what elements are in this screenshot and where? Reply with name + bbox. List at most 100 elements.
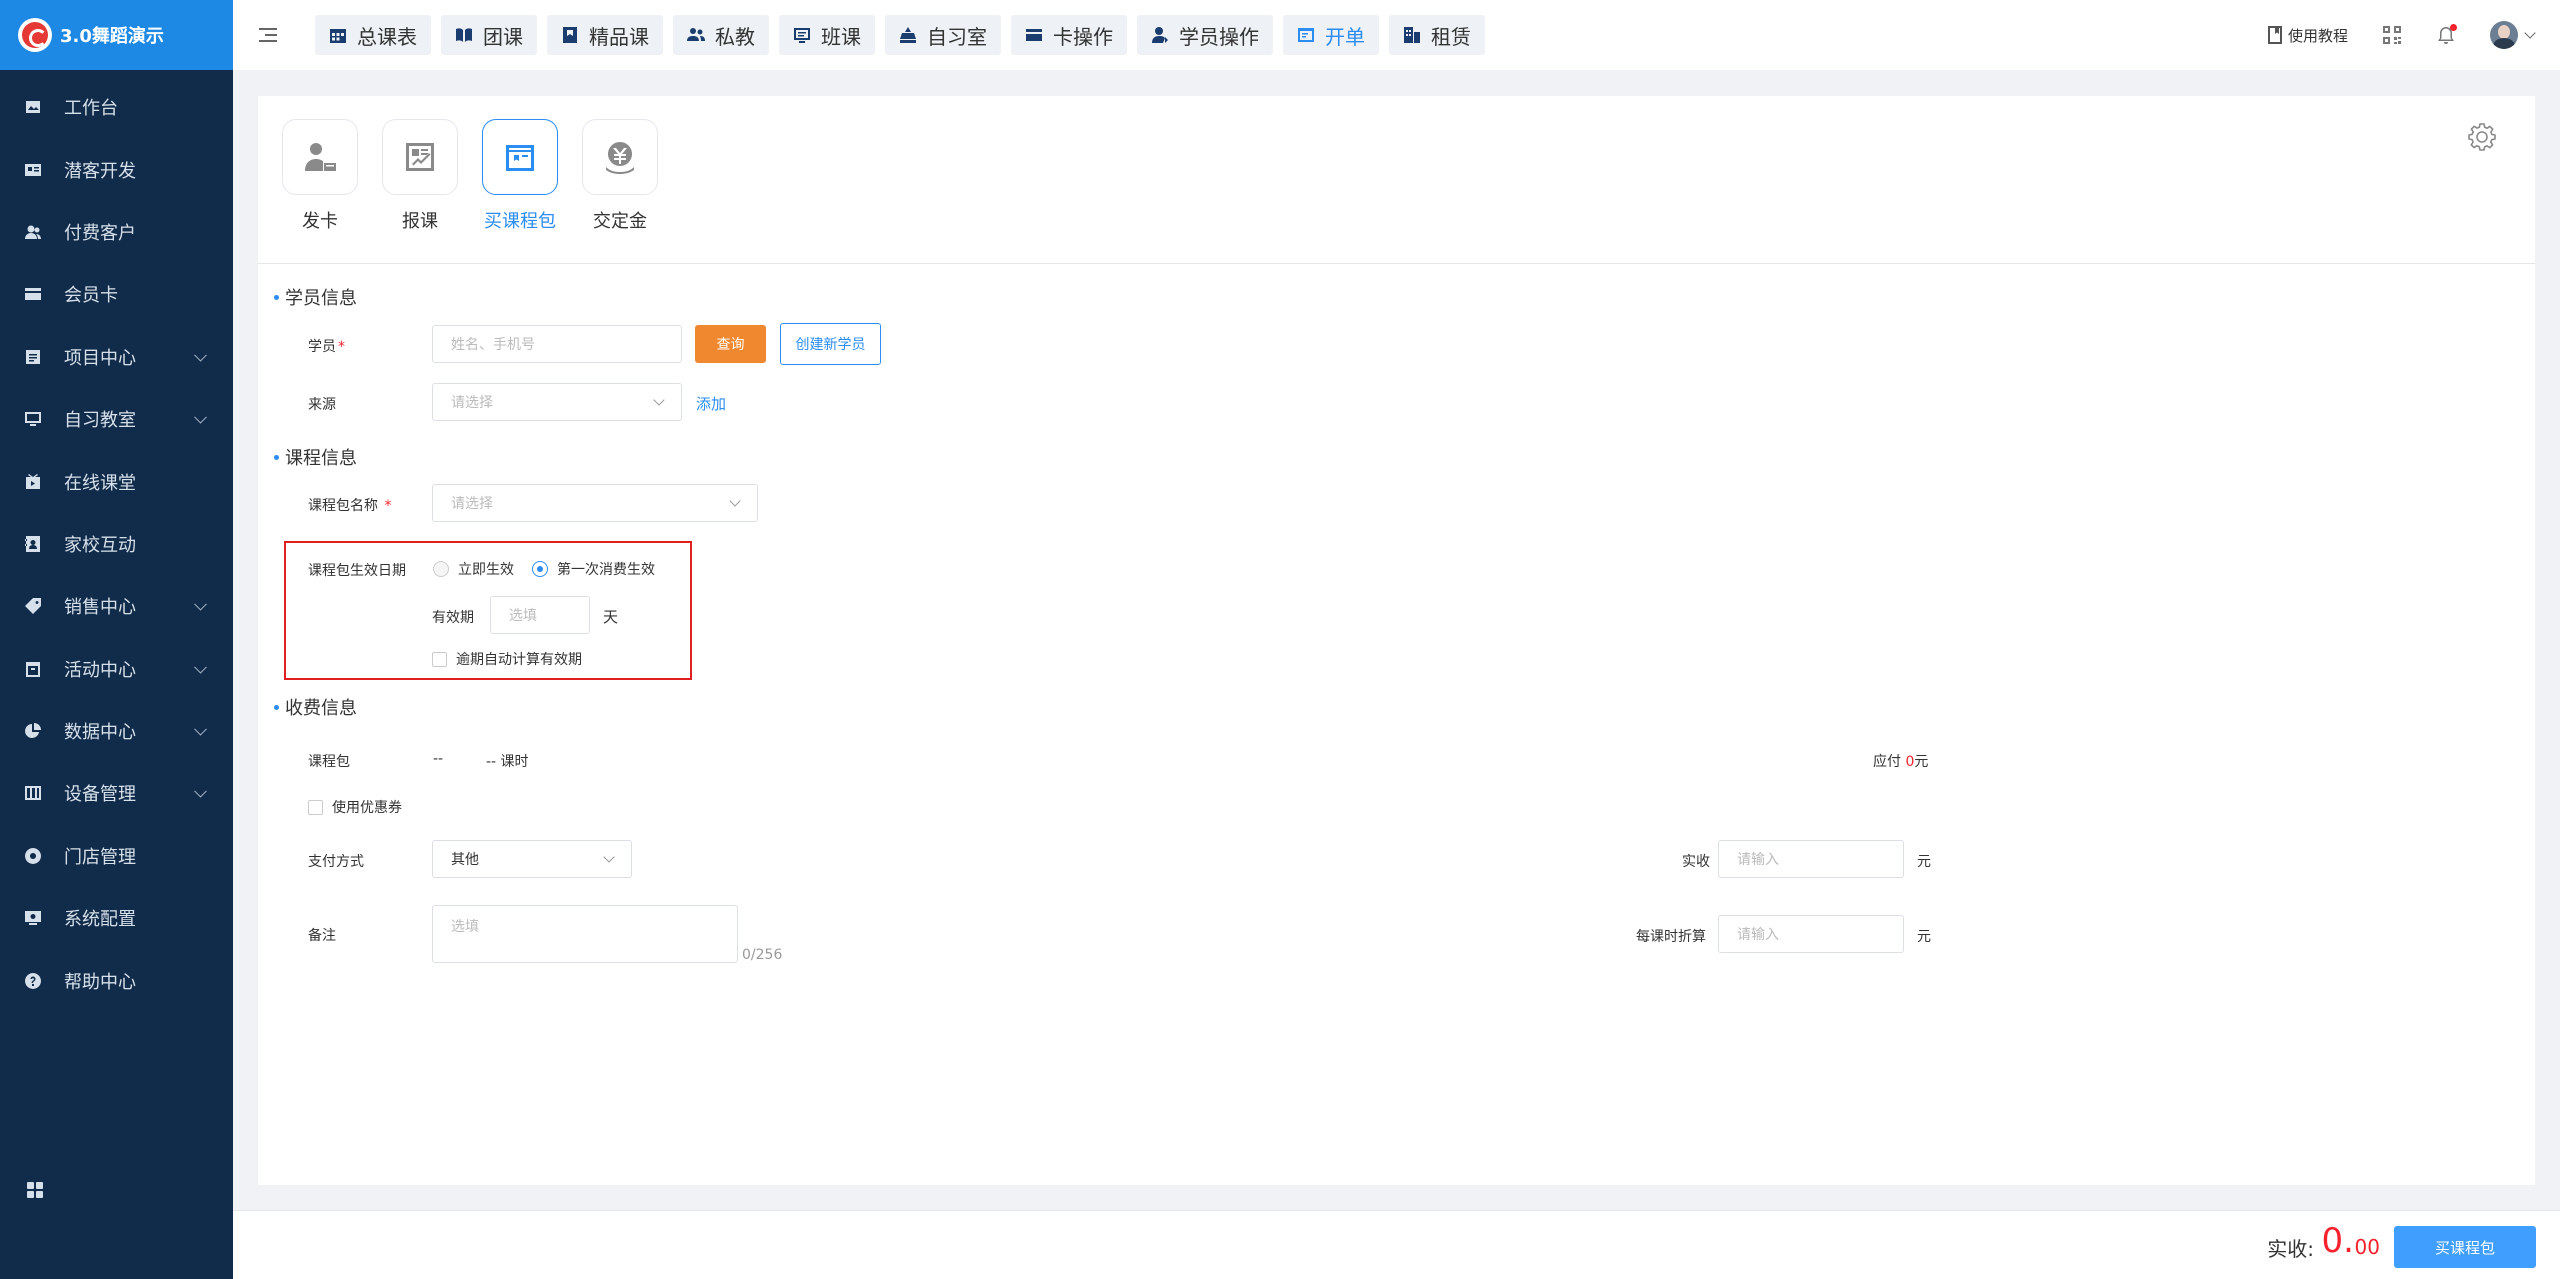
- system-icon: [24, 909, 42, 927]
- sidebar-item-devices[interactable]: 设备管理: [0, 762, 233, 824]
- nav-tab-label: 班课: [821, 24, 861, 49]
- sidebar-item-data[interactable]: 数据中心: [0, 700, 233, 762]
- menu-collapse-icon[interactable]: [259, 28, 277, 42]
- nav-tab-label: 自习室: [927, 24, 987, 49]
- checkbox-box: [308, 799, 323, 815]
- sidebar-item-sales[interactable]: 销售中心: [0, 575, 233, 637]
- sidebar-item-paid-customers[interactable]: 付费客户: [0, 201, 233, 263]
- create-student-button[interactable]: 创建新学员: [780, 323, 881, 365]
- coupon-checkbox[interactable]: 使用优惠券: [308, 797, 402, 817]
- payment-method-value: 其他: [451, 852, 479, 868]
- issue-card-icon: [282, 119, 358, 195]
- section-divider: [258, 263, 2535, 264]
- sidebar-item-prospects[interactable]: 潜客开发: [0, 138, 233, 200]
- bell-icon[interactable]: [2436, 24, 2457, 45]
- users-icon: [24, 223, 42, 241]
- user-avatar[interactable]: [2490, 21, 2518, 49]
- remark-textarea[interactable]: 选填: [432, 905, 738, 963]
- enroll-icon: [382, 119, 458, 195]
- sidebar-item-stores[interactable]: 门店管理: [0, 825, 233, 887]
- qr-code-icon[interactable]: [2382, 25, 2402, 45]
- sidebar-item-label: 会员卡: [64, 285, 118, 307]
- validity-unit: 天: [603, 608, 619, 626]
- brand-header[interactable]: 3.0舞蹈演示: [0, 0, 233, 70]
- nav-tab-student-ops[interactable]: 学员操作: [1137, 15, 1273, 55]
- section-title-course: 课程信息: [274, 444, 357, 470]
- sidebar-item-projects[interactable]: 项目中心: [0, 326, 233, 388]
- checkbox-label: 使用优惠券: [332, 800, 402, 816]
- auto-calc-checkbox[interactable]: 逾期自动计算有效期: [432, 649, 582, 669]
- sidebar-item-label: 门店管理: [64, 846, 136, 868]
- radio-dot: [433, 561, 449, 577]
- card-icon: [24, 285, 42, 303]
- sidebar-item-activities[interactable]: 活动中心: [0, 638, 233, 700]
- sidebar-item-label: 系统配置: [64, 909, 136, 931]
- gear-icon[interactable]: [2467, 122, 2497, 152]
- monitor-icon: [24, 410, 42, 428]
- op-pay-deposit[interactable]: 交定金: [582, 119, 658, 233]
- nav-tab-lease[interactable]: 租赁: [1389, 15, 1485, 55]
- sidebar-item-home-school[interactable]: 家校互动: [0, 513, 233, 575]
- card-icon: [1025, 26, 1043, 44]
- received-label: 实收: [1682, 854, 1710, 870]
- student-search-input[interactable]: 姓名、手机号: [432, 325, 682, 363]
- total-amount-integer: 0.: [2321, 1221, 2354, 1261]
- buy-package-submit-button[interactable]: 买课程包: [2394, 1226, 2536, 1268]
- radio-label: 立即生效: [458, 562, 514, 578]
- chevron-down-icon: [194, 722, 207, 736]
- chevron-down-icon: [194, 598, 207, 611]
- lease-icon: [1403, 26, 1421, 44]
- validity-label: 有效期: [432, 610, 474, 626]
- source-select[interactable]: 请选择: [432, 383, 682, 421]
- top-right-tools: 使用教程: [2266, 0, 2536, 70]
- add-source-link[interactable]: 添加: [696, 393, 726, 414]
- payment-method-select[interactable]: 其他: [432, 840, 632, 878]
- sidebar-item-label: 设备管理: [64, 784, 136, 806]
- sidebar-item-workbench[interactable]: 工作台: [0, 76, 233, 138]
- radio-first-use[interactable]: 第一次消费生效: [532, 559, 655, 579]
- order-type-selector: 发卡 报课 买课程包 交定金: [282, 119, 658, 233]
- checkout-bar: 实收: 0. 00 买课程包: [233, 1210, 2560, 1279]
- sidebar-item-system[interactable]: 系统配置: [0, 887, 233, 949]
- nav-tab-create-order[interactable]: 开单: [1283, 15, 1379, 55]
- nav-tab-label: 总课表: [357, 24, 417, 49]
- nav-tab-label: 开单: [1325, 24, 1365, 49]
- nav-tab-class-course[interactable]: 班课: [779, 15, 875, 55]
- nav-tab-premium-class[interactable]: 精品课: [547, 15, 663, 55]
- per-hour-label: 每课时折算: [1636, 929, 1706, 945]
- sidebar-item-label: 数据中心: [64, 722, 136, 744]
- chevron-down-icon[interactable]: [2524, 27, 2536, 39]
- book-icon: [455, 26, 473, 44]
- apps-grid-icon[interactable]: [26, 1181, 44, 1199]
- per-hour-input[interactable]: 请输入: [1718, 915, 1904, 953]
- nav-tab-schedule[interactable]: 总课表: [315, 15, 431, 55]
- nav-tab-group-class[interactable]: 团课: [441, 15, 537, 55]
- radio-dot-selected: [532, 561, 548, 577]
- chevron-down-icon: [603, 851, 615, 863]
- list-icon: [24, 348, 42, 366]
- sidebar-item-study-room[interactable]: 自习教室: [0, 388, 233, 450]
- tutorial-label: 使用教程: [2287, 26, 2348, 45]
- store-icon: [24, 847, 42, 865]
- nav-tab-study-room[interactable]: 自习室: [885, 15, 1001, 55]
- nav-tab-private-coach[interactable]: 私教: [673, 15, 769, 55]
- sidebar-item-membership-card[interactable]: 会员卡: [0, 263, 233, 325]
- section-title-student: 学员信息: [274, 284, 357, 310]
- sidebar-item-help[interactable]: 帮助中心: [0, 949, 233, 1011]
- op-enroll-course[interactable]: 报课: [382, 119, 458, 233]
- premium-icon: [561, 26, 579, 44]
- tutorial-link[interactable]: 使用教程: [2266, 25, 2348, 46]
- class-icon: [793, 26, 811, 44]
- validity-days-input[interactable]: 选填: [490, 596, 590, 634]
- brand-title: 3.0舞蹈演示: [60, 26, 164, 47]
- checkbox-box: [432, 651, 447, 667]
- student-label: 学员 *: [308, 339, 345, 355]
- radio-immediate[interactable]: 立即生效: [433, 559, 514, 579]
- nav-tab-card-ops[interactable]: 卡操作: [1011, 15, 1127, 55]
- package-name-select[interactable]: 请选择: [432, 484, 758, 522]
- received-amount-input[interactable]: 请输入: [1718, 840, 1904, 878]
- query-button[interactable]: 查询: [695, 325, 766, 363]
- sidebar-item-online-class[interactable]: 在线课堂: [0, 450, 233, 512]
- op-issue-card[interactable]: 发卡: [282, 119, 358, 233]
- op-buy-package[interactable]: 买课程包: [482, 119, 558, 233]
